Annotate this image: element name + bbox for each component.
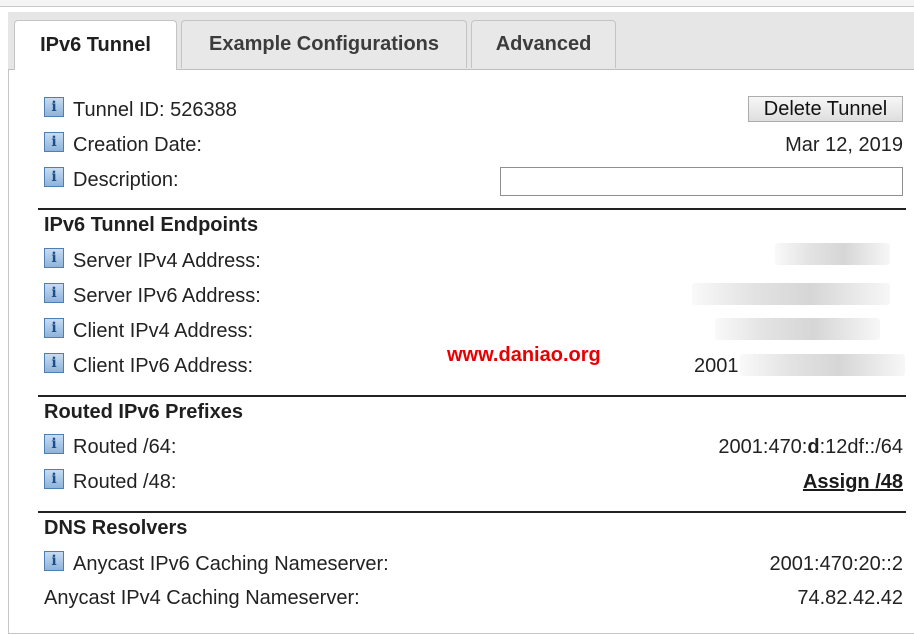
client-ipv6-value: 2001 [694,354,739,377]
info-icon[interactable]: i [44,469,64,489]
info-icon[interactable]: i [44,132,64,152]
info-icon[interactable]: i [44,97,64,117]
info-icon[interactable]: i [44,283,64,303]
assign-48-link[interactable]: Assign /48 [803,467,903,497]
redacted-client-ipv6 [740,354,905,376]
routed-64-suffix: :12df::/64 [819,435,903,458]
client-ipv4-label: Client IPv4 Address: [73,319,254,342]
routed-48-label: Routed /48: [73,470,177,493]
dns-resolvers-heading: DNS Resolvers [44,517,188,539]
redacted-client-ipv4 [715,318,880,340]
creation-date-label: Creation Date: [73,133,202,156]
redacted-server-ipv6 [692,283,890,305]
tunnel-id-label: Tunnel ID: 526388 [73,98,237,121]
routed-64-row: i Routed /64: 2001:470: d:12df::/64 [44,432,903,462]
description-input[interactable] [500,167,903,196]
anycast-ipv4-value: 74.82.42.42 [797,586,903,609]
info-icon[interactable]: i [44,434,64,454]
info-icon[interactable]: i [44,167,64,187]
creation-date-value: Mar 12, 2019 [785,133,903,156]
browser-top-strip [0,0,914,7]
server-ipv6-label: Server IPv6 Address: [73,284,261,307]
endpoints-heading: IPv6 Tunnel Endpoints [44,214,259,236]
routed-48-row: i Routed /48: Assign /48 [44,467,903,497]
info-icon[interactable]: i [44,551,64,571]
tunnel-id-row: i Tunnel ID: 526388 Delete Tunnel [44,95,903,125]
routed-prefixes-heading: Routed IPv6 Prefixes [44,401,243,423]
anycast-ipv4-row: Anycast IPv4 Caching Nameserver: 74.82.4… [44,583,903,613]
info-icon[interactable]: i [44,248,64,268]
client-ipv6-label: Client IPv6 Address: [73,354,254,377]
section-divider [38,395,906,397]
routed-64-value: 2001:470: d:12df::/64 [718,432,903,462]
routed-64-prefix: 2001:470: [718,435,808,458]
redacted-server-ipv4 [775,243,890,265]
description-label: Description: [73,168,179,191]
tab-example-configurations[interactable]: Example Configurations [181,20,467,68]
tab-advanced[interactable]: Advanced [471,20,616,68]
info-icon[interactable]: i [44,318,64,338]
section-divider [38,208,906,210]
routed-64-label: Routed /64: [73,435,177,458]
anycast-ipv6-row: i Anycast IPv6 Caching Nameserver: 2001:… [44,549,903,579]
anycast-ipv6-label: Anycast IPv6 Caching Nameserver: [73,552,389,575]
tab-ipv6-tunnel[interactable]: IPv6 Tunnel [14,20,177,70]
watermark-text: www.daniao.org [447,344,601,366]
section-divider [38,511,906,513]
routed-64-highlight: d [807,435,820,458]
creation-date-row: i Creation Date: Mar 12, 2019 [44,130,903,160]
server-ipv4-label: Server IPv4 Address: [73,249,261,272]
info-icon[interactable]: i [44,353,64,373]
anycast-ipv4-label: Anycast IPv4 Caching Nameserver: [44,586,360,609]
delete-tunnel-button[interactable]: Delete Tunnel [748,96,903,122]
description-row: i Description: [44,165,903,196]
anycast-ipv6-value: 2001:470:20::2 [769,552,903,575]
